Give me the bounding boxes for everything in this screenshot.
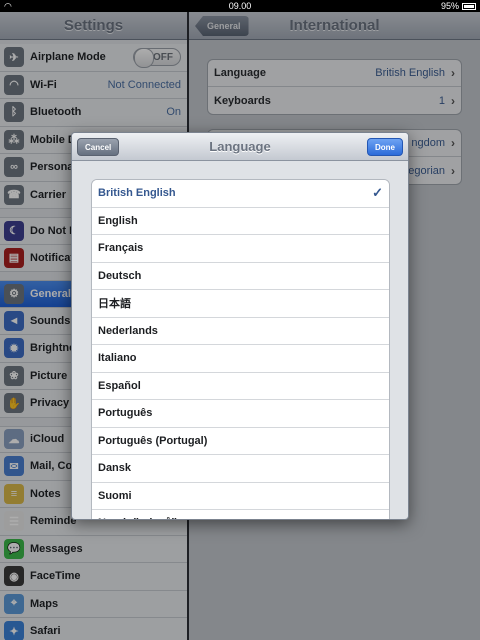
- status-bar: ◠ 09.00 95%: [0, 0, 480, 12]
- done-button[interactable]: Done: [367, 138, 403, 156]
- status-time: 09.00: [228, 1, 252, 11]
- language-label: Norsk (bokmål): [98, 517, 178, 519]
- battery-percent: 95%: [440, 1, 459, 11]
- language-option[interactable]: Português (Portugal): [92, 427, 389, 455]
- language-list: British English ✓ English Français Deutsch 日本…: [91, 179, 390, 519]
- language-option[interactable]: 日本語: [92, 290, 389, 318]
- language-option[interactable]: Português: [92, 400, 389, 428]
- language-option[interactable]: Français: [92, 235, 389, 263]
- language-option[interactable]: British English ✓: [92, 180, 389, 208]
- language-option[interactable]: Suomi: [92, 482, 389, 510]
- popover-nav-bar: Cancel Language Done: [72, 133, 408, 161]
- battery-icon: [462, 2, 476, 10]
- checkmark-icon: ✓: [372, 185, 383, 201]
- language-option[interactable]: Deutsch: [92, 262, 389, 290]
- battery-indicator: 95%: [441, 1, 476, 11]
- language-label: English: [98, 214, 138, 227]
- language-option[interactable]: Norsk (bokmål): [92, 510, 389, 519]
- language-option[interactable]: Nederlands: [92, 317, 389, 345]
- language-option[interactable]: Español: [92, 372, 389, 400]
- language-label: Português: [98, 407, 153, 420]
- language-label: Deutsch: [98, 269, 142, 282]
- language-option[interactable]: Dansk: [92, 455, 389, 483]
- language-label: Italiano: [98, 352, 137, 365]
- language-option[interactable]: English: [92, 207, 389, 235]
- language-label: 日本語: [98, 298, 131, 311]
- popover-title: Language: [209, 139, 271, 154]
- language-option[interactable]: Italiano: [92, 345, 389, 373]
- language-label: Español: [98, 379, 141, 392]
- language-label: Suomi: [98, 489, 132, 502]
- language-label: Dansk: [98, 462, 132, 475]
- language-popover: Cancel Language Done British English ✓ Eng…: [71, 132, 409, 520]
- language-label: Français: [98, 242, 144, 255]
- language-label: Nederlands: [98, 324, 158, 337]
- language-label: Português (Portugal): [98, 434, 208, 447]
- language-label: British English: [98, 187, 176, 200]
